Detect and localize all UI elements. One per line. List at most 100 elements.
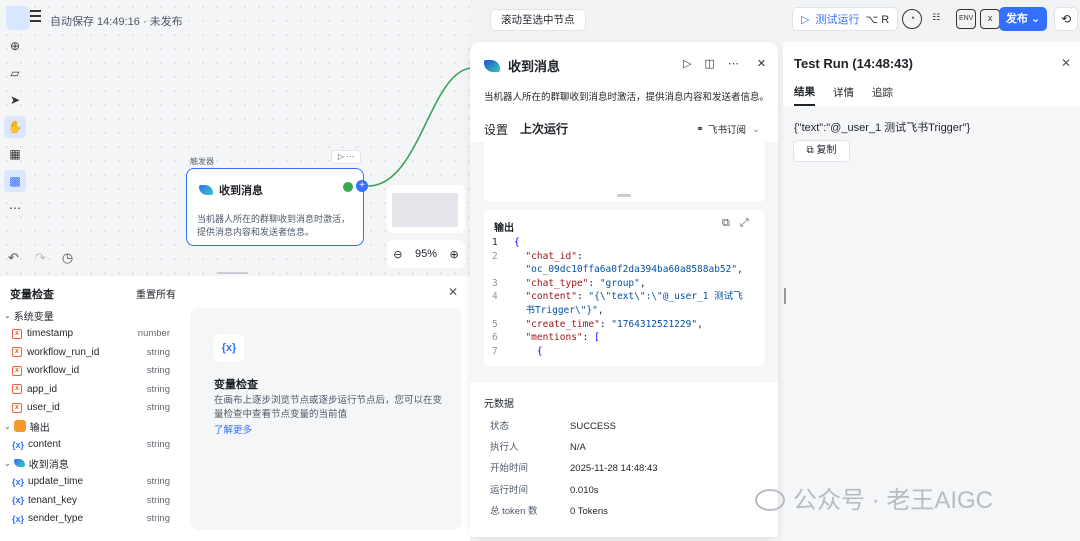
hand-icon[interactable]: ✋ (4, 116, 26, 138)
var-type: string (146, 494, 170, 506)
json-value: "oc_09dc10ffa6a0f2da394ba60a8588ab52" (525, 264, 738, 276)
play-icon: ▷ (801, 13, 810, 26)
meta-label: 开始时间 (490, 463, 529, 474)
list-item[interactable]: x workflow_run_id string (0, 343, 182, 362)
add-next-node-icon[interactable]: + (356, 180, 368, 192)
feishu-icon (199, 185, 213, 195)
group-output[interactable]: ⌄ 输出 (0, 417, 182, 436)
variable-icon: x (12, 328, 22, 339)
variable-icon: x (12, 347, 22, 358)
var-name: tenant_key (28, 494, 77, 506)
more-icon[interactable]: ⋯ (4, 197, 26, 219)
pointer-icon[interactable]: ➤ (4, 89, 26, 111)
subscription-selector[interactable]: ⚭ 飞书订阅 ⌄ (696, 122, 760, 137)
undo-icon[interactable]: ↶ (8, 250, 19, 266)
more-icon[interactable]: ⋯ (728, 57, 739, 70)
braces-icon: {x} (214, 334, 244, 362)
json-value: "group" (599, 277, 640, 289)
group-trigger[interactable]: ⌄ 收到消息 (0, 454, 182, 473)
node-title: 收到消息 (199, 182, 263, 198)
minimap-viewport[interactable] (392, 193, 458, 227)
test-run-label: 测试运行 (815, 14, 860, 26)
watermark: 公众号 · 老王AIGC (755, 480, 993, 515)
list-item[interactable]: {x} sender_type string (0, 510, 182, 529)
json-key: "chat_type" (525, 277, 589, 289)
minimap-icon[interactable]: ▩ (4, 170, 26, 192)
braces-icon: {x} (12, 439, 25, 450)
tab-result[interactable]: 结果 (794, 84, 815, 106)
list-item[interactable]: {x} tenant_key string (0, 491, 182, 510)
panel-resize-handle[interactable] (218, 272, 248, 274)
inspector-empty-state: {x} 变量检查 在画布上逐步浏览节点或逐步运行节点后，您可以在变量检查中查看节… (190, 308, 462, 530)
scroll-to-node-button[interactable]: 滚动至选中节点 (490, 9, 586, 31)
json-code-view[interactable]: 1{ 2 "chat_id": "oc_09dc10ffa6a0f2da394b… (492, 236, 760, 358)
menu-icon[interactable] (30, 10, 42, 24)
test-run-button[interactable]: ▷ 测试运行 ⌥ R (792, 7, 899, 31)
list-item[interactable]: x user_id string (0, 399, 182, 418)
app-logo[interactable] (6, 6, 30, 30)
variable-icon: x (12, 402, 22, 413)
zoom-level[interactable]: 95% (415, 248, 437, 260)
meta-value: 0 Tokens (570, 506, 608, 517)
var-name: timestamp (27, 328, 74, 340)
panel-title: 收到消息 (484, 56, 560, 75)
copy-icon[interactable]: ⧉ (722, 217, 730, 230)
list-item[interactable]: {x} content string (0, 436, 182, 455)
var-name: update_time (28, 476, 84, 488)
list-item[interactable]: {x} update_time string (0, 473, 182, 492)
tab-settings[interactable]: 设置 (484, 121, 508, 144)
publish-button[interactable]: 发布 ⌄ (999, 7, 1047, 31)
add-node-icon[interactable]: ⊕ (4, 35, 26, 57)
run-node-icon[interactable]: ▷ (683, 57, 691, 70)
success-icon (343, 182, 353, 192)
braces-icon: {x} (12, 476, 25, 487)
tab-detail[interactable]: 详情 (833, 85, 854, 105)
empty-state-desc: 在画布上逐步浏览节点或逐步运行节点后，您可以在变量检查中查看节点变量的当前值 (214, 395, 443, 420)
json-value: 书Trigger\"}" (525, 304, 598, 316)
metadata-title: 元数据 (484, 399, 514, 410)
close-icon[interactable]: ✕ (1061, 56, 1071, 70)
code-line: { (514, 237, 520, 248)
var-type: string (146, 513, 170, 525)
history-icon[interactable]: ⟲ (1054, 7, 1078, 31)
reset-all-button[interactable]: 重置所有 (136, 286, 176, 301)
panel-splitter[interactable] (784, 288, 786, 304)
debug-icon[interactable]: ◔ (902, 9, 923, 29)
test-run-result: {"text":"@_user_1 测试飞书Trigger"} ⧉ 复制 (783, 107, 1080, 541)
node-title-text: 收到消息 (219, 185, 263, 197)
list-item[interactable]: x timestamp number (0, 325, 182, 344)
split-view-icon[interactable]: ◫ (704, 57, 714, 70)
env-button[interactable]: ENV (956, 9, 977, 29)
add-note-icon[interactable]: ▱ (4, 62, 26, 84)
copy-button[interactable]: ⧉ 复制 (793, 140, 850, 162)
version-history-icon[interactable]: ◷ (62, 250, 73, 266)
learn-more-link[interactable]: 了解更多 (214, 422, 252, 436)
chevron-down-icon: ⌄ (4, 458, 11, 468)
variable-icon: x (12, 365, 22, 376)
result-text: {"text":"@_user_1 测试飞书Trigger"} (794, 122, 971, 134)
group-system[interactable]: ⌄ 系统变量 (0, 306, 182, 325)
json-key: "chat_id" (525, 250, 577, 262)
node-action-bar[interactable]: ▷ ⋯ (331, 150, 361, 164)
tab-trace[interactable]: 追踪 (872, 85, 893, 105)
trigger-node[interactable]: 收到消息 当机器人所在的群聊收到消息时激活，提供消息内容和发送者信息。 (186, 168, 364, 246)
variable-icon[interactable]: x (980, 9, 1001, 29)
close-icon[interactable]: ✕ (757, 57, 766, 70)
meta-label: 状态 (490, 421, 510, 432)
minimap[interactable] (387, 185, 465, 233)
redo-icon[interactable]: ↷ (35, 250, 46, 266)
link-icon: ⚭ (696, 123, 704, 135)
checklist-icon[interactable]: ☷ (926, 9, 946, 29)
chevron-down-icon: ⌄ (4, 421, 11, 431)
list-item[interactable]: x app_id string (0, 380, 182, 399)
expand-icon[interactable]: ⤢ (740, 217, 749, 230)
close-icon[interactable]: ✕ (448, 285, 458, 299)
canvas-toolstrip: ⊕ ▱ ➤ ✋ ▦ ▩ ⋯ (0, 30, 30, 215)
output-title: 输出 (494, 223, 514, 234)
drag-handle[interactable] (617, 194, 631, 197)
layout-icon[interactable]: ▦ (4, 143, 26, 165)
list-item[interactable]: x workflow_id string (0, 362, 182, 381)
meta-value: N/A (570, 442, 586, 453)
zoom-out-icon[interactable]: ⊖ (393, 248, 402, 261)
zoom-in-icon[interactable]: ⊕ (450, 248, 459, 261)
